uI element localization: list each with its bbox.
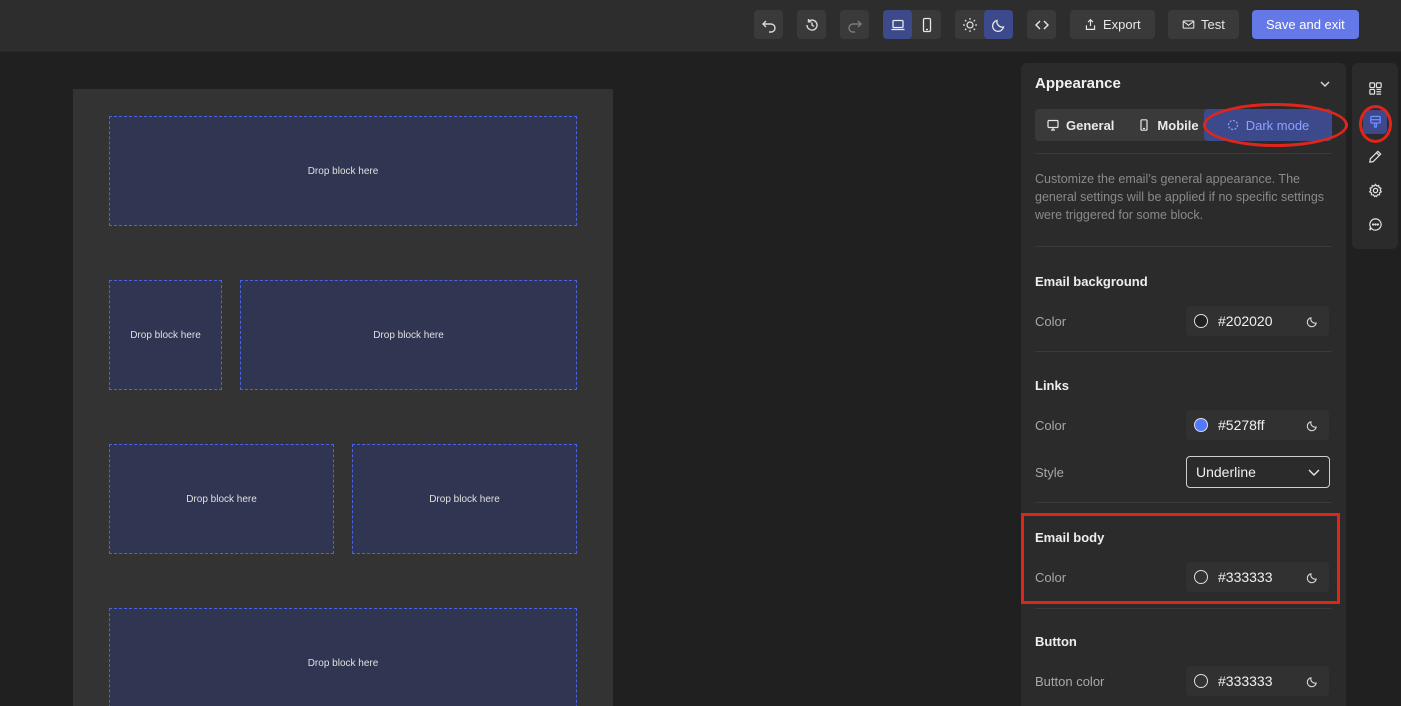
chevron-down-icon[interactable] (1318, 77, 1332, 91)
moon-icon[interactable] (1306, 315, 1319, 328)
moon-icon[interactable] (1306, 419, 1319, 432)
links-color-label: Color (1035, 418, 1067, 433)
color-hex-value[interactable]: #202020 (1218, 313, 1306, 329)
monitor-icon (1047, 119, 1059, 131)
side-rail (1352, 63, 1398, 249)
dark-mode-button[interactable] (984, 10, 1013, 39)
drop-zone[interactable]: Drop block here (109, 116, 577, 226)
chevron-down-icon (1308, 469, 1320, 476)
appearance-panel: Appearance General Mobile Dark mode Cust… (1021, 63, 1346, 706)
annotation-ellipse-dark-mode-tab (1203, 103, 1348, 147)
pen-icon (1368, 149, 1382, 163)
tab-general[interactable]: General (1035, 109, 1126, 141)
sun-icon (962, 17, 977, 32)
drop-zone[interactable]: Drop block here (352, 444, 577, 554)
desktop-view-button[interactable] (883, 10, 912, 39)
theme-toggle (955, 10, 1013, 39)
code-view-button[interactable] (1027, 10, 1056, 39)
divider (1035, 153, 1332, 154)
links-style-label: Style (1035, 465, 1064, 480)
comments-button[interactable] (1363, 212, 1387, 236)
export-icon (1085, 18, 1096, 30)
button-color-picker[interactable]: #333333 (1186, 666, 1329, 696)
export-label: Export (1103, 17, 1141, 32)
test-label: Test (1201, 17, 1225, 32)
laptop-icon (891, 19, 904, 30)
undo-button[interactable] (754, 10, 783, 39)
button-heading: Button (1035, 634, 1077, 649)
links-style-select[interactable]: Underline (1186, 456, 1330, 488)
drop-zone[interactable]: Drop block here (109, 608, 577, 706)
export-button[interactable]: Export (1070, 10, 1155, 39)
chat-icon (1368, 217, 1382, 231)
device-toggle (883, 10, 941, 39)
drop-zone[interactable]: Drop block here (240, 280, 577, 390)
drop-zone[interactable]: Drop block here (109, 444, 334, 554)
tab-mobile-label: Mobile (1157, 117, 1199, 133)
tab-general-label: General (1066, 117, 1115, 133)
links-style-value: Underline (1196, 464, 1256, 480)
divider (1035, 246, 1332, 247)
divider (1035, 351, 1332, 352)
annotation-circle-appearance-icon (1359, 105, 1392, 143)
redo-icon (847, 20, 862, 33)
divider (1035, 608, 1332, 609)
divider (1035, 502, 1332, 503)
button-color-label: Button color (1035, 674, 1105, 689)
phone-icon (922, 17, 931, 32)
tab-mobile[interactable]: Mobile (1126, 109, 1210, 141)
light-mode-button[interactable] (955, 10, 984, 39)
links-heading: Links (1035, 378, 1069, 393)
links-color-picker[interactable]: #5278ff (1186, 410, 1329, 440)
color-swatch[interactable] (1194, 314, 1208, 328)
mail-icon (1182, 20, 1195, 29)
test-button[interactable]: Test (1168, 10, 1239, 39)
annotation-rect-email-body (1021, 513, 1340, 604)
panel-title: Appearance (1035, 75, 1121, 92)
mobile-view-button[interactable] (912, 10, 941, 39)
email-background-heading: Email background (1035, 274, 1148, 289)
undo-icon (761, 20, 776, 33)
moon-icon[interactable] (1306, 675, 1319, 688)
settings-gear-icon (1368, 182, 1382, 197)
phone-icon (1140, 119, 1149, 131)
color-swatch[interactable] (1194, 418, 1208, 432)
color-hex-value[interactable]: #5278ff (1218, 417, 1306, 433)
save-and-exit-button[interactable]: Save and exit (1252, 10, 1359, 39)
moon-icon (991, 19, 1004, 32)
history-icon (805, 18, 818, 31)
redo-button[interactable] (840, 10, 869, 39)
drop-zone[interactable]: Drop block here (109, 280, 222, 390)
code-icon (1034, 20, 1049, 29)
history-button[interactable] (797, 10, 826, 39)
email-background-color-picker[interactable]: #202020 (1186, 306, 1329, 336)
color-hex-value[interactable]: #333333 (1218, 673, 1306, 689)
blocks-button[interactable] (1363, 76, 1387, 100)
panel-description: Customize the email’s general appearance… (1035, 172, 1325, 222)
email-background-color-label: Color (1035, 314, 1067, 329)
settings-button[interactable] (1363, 178, 1387, 202)
edit-button[interactable] (1363, 144, 1387, 168)
color-swatch[interactable] (1194, 674, 1208, 688)
blocks-icon (1368, 81, 1382, 95)
top-toolbar: Export Test Save and exit (0, 0, 1401, 52)
